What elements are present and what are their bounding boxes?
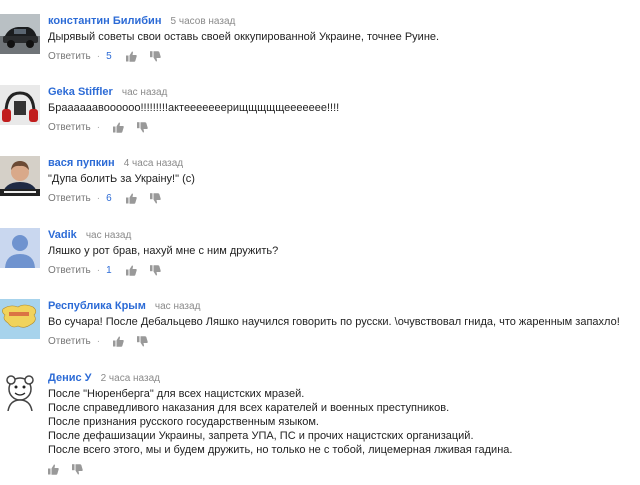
thumbs-up-icon[interactable] bbox=[112, 336, 124, 347]
thumbs-up-icon[interactable] bbox=[112, 122, 124, 133]
reply-button[interactable]: Ответить bbox=[48, 51, 91, 62]
like-count: 5 bbox=[106, 51, 112, 62]
comment-header: Денис У 2 часа назад bbox=[48, 371, 160, 386]
author-name[interactable]: Vadik bbox=[48, 229, 77, 241]
like-count: 6 bbox=[106, 193, 112, 204]
comment-actions: Ответить · 6 bbox=[48, 192, 167, 206]
author-name[interactable]: Денис У bbox=[48, 372, 92, 384]
reply-button[interactable]: Ответить bbox=[48, 336, 91, 347]
timestamp[interactable]: 5 часов назад bbox=[171, 16, 236, 27]
separator: · bbox=[96, 51, 101, 62]
thumbs-down-icon[interactable] bbox=[136, 122, 148, 133]
portrait-avatar[interactable] bbox=[0, 156, 40, 196]
cartoon-avatar[interactable] bbox=[0, 371, 40, 411]
comment-actions: Ответить · 1 bbox=[48, 264, 167, 278]
timestamp[interactable]: час назад bbox=[122, 87, 168, 98]
author-name[interactable]: константин Билибин bbox=[48, 15, 161, 27]
separator: · bbox=[96, 193, 101, 204]
comment-text: Во сучара! После Дебальцево Ляшко научил… bbox=[48, 315, 620, 329]
author-name[interactable]: Geka Stiffler bbox=[48, 86, 113, 98]
reply-button[interactable]: Ответить bbox=[48, 193, 91, 204]
thumbs-down-icon[interactable] bbox=[150, 51, 161, 62]
headphones-avatar[interactable] bbox=[0, 85, 40, 125]
separator: · bbox=[96, 336, 101, 347]
comment-item: константин Билибин 5 часов назад Дырявый… bbox=[0, 14, 640, 66]
reply-button[interactable]: Ответить bbox=[48, 265, 91, 276]
comment-line: Дырявый советы свои оставь своей оккупир… bbox=[48, 31, 440, 43]
comment-actions: Ответить · 5 bbox=[48, 50, 167, 64]
comment-header: Geka Stiffler час назад bbox=[48, 85, 167, 100]
comment-text: Дырявый советы свои оставь своей оккупир… bbox=[48, 30, 439, 44]
thumbs-up-icon[interactable] bbox=[126, 51, 138, 62]
comment-line: После "Нюренберга" для всех нацистских м… bbox=[48, 388, 305, 400]
comment-actions: Ответить · bbox=[48, 121, 154, 135]
comment-line: "Дупа болитЬ за Украiну!" (с) bbox=[48, 173, 195, 185]
like-count: 1 bbox=[106, 265, 112, 276]
comment-text: После "Нюренберга" для всех нацистских м… bbox=[48, 387, 512, 457]
comment-line: После справедливого наказания для всех к… bbox=[48, 402, 450, 414]
comment-header: вася пупкин 4 часа назад bbox=[48, 156, 183, 171]
comment-line: Ляшко у рот брав, нахуй мне с ним дружит… bbox=[48, 245, 279, 257]
comment-line: После всего этого, мы и будем дружить, н… bbox=[48, 444, 513, 456]
comment-item: Денис У 2 часа назад После "Нюренберга" … bbox=[0, 371, 640, 481]
comment-line: Во сучара! После Дебальцево Ляшко научил… bbox=[48, 316, 620, 328]
reply-button[interactable]: Ответить bbox=[48, 122, 91, 133]
comment-item: Geka Stiffler час назад Браааааавоооооо!… bbox=[0, 85, 640, 137]
comment-header: константин Билибин 5 часов назад bbox=[48, 14, 235, 29]
timestamp[interactable]: час назад bbox=[86, 230, 132, 241]
comment-text: "Дупа болитЬ за Украiну!" (с) bbox=[48, 172, 195, 186]
timestamp[interactable]: 2 часа назад bbox=[101, 373, 160, 384]
timestamp[interactable]: 4 часа назад bbox=[124, 158, 183, 169]
separator: · bbox=[96, 122, 101, 133]
comment-item: вася пупкин 4 часа назад "Дупа болитЬ за… bbox=[0, 156, 640, 208]
thumbs-down-icon[interactable] bbox=[150, 193, 161, 204]
comment-text: Браааааавоооооо!!!!!!!!!актееееееерищщщщ… bbox=[48, 101, 339, 115]
separator: · bbox=[96, 265, 101, 276]
comment-line: После дефашизации Украины, запрета УПА, … bbox=[48, 430, 474, 442]
comment-actions: Ответить · bbox=[48, 335, 154, 349]
timestamp[interactable]: час назад bbox=[155, 301, 201, 312]
author-name[interactable]: вася пупкин bbox=[48, 157, 115, 169]
thumbs-up-icon[interactable] bbox=[126, 193, 138, 204]
thumbs-up-icon[interactable] bbox=[126, 265, 138, 276]
thumbs-down-icon[interactable] bbox=[136, 336, 148, 347]
comment-actions bbox=[48, 463, 89, 477]
comment-header: Vadik час назад bbox=[48, 228, 131, 243]
comment-text: Ляшко у рот брав, нахуй мне с ним дружит… bbox=[48, 244, 278, 258]
thumbs-down-icon[interactable] bbox=[150, 265, 161, 276]
comment-line: После признания русского государственным… bbox=[48, 416, 319, 428]
crimea-map-avatar[interactable] bbox=[0, 299, 40, 339]
comment-item: Vadik час назад Ляшко у рот брав, нахуй … bbox=[0, 228, 640, 280]
comment-header: Республика Крым час назад bbox=[48, 299, 200, 314]
comment-line: Браааааавоооооо!!!!!!!!!актееееееерищщщщ… bbox=[48, 102, 340, 114]
author-name[interactable]: Республика Крым bbox=[48, 300, 146, 312]
thumbs-up-icon[interactable] bbox=[48, 464, 59, 475]
car-avatar[interactable] bbox=[0, 14, 40, 54]
thumbs-down-icon[interactable] bbox=[71, 464, 83, 475]
default-user-avatar[interactable] bbox=[0, 228, 40, 268]
comment-item: Республика Крым час назад Во сучара! Пос… bbox=[0, 299, 640, 351]
